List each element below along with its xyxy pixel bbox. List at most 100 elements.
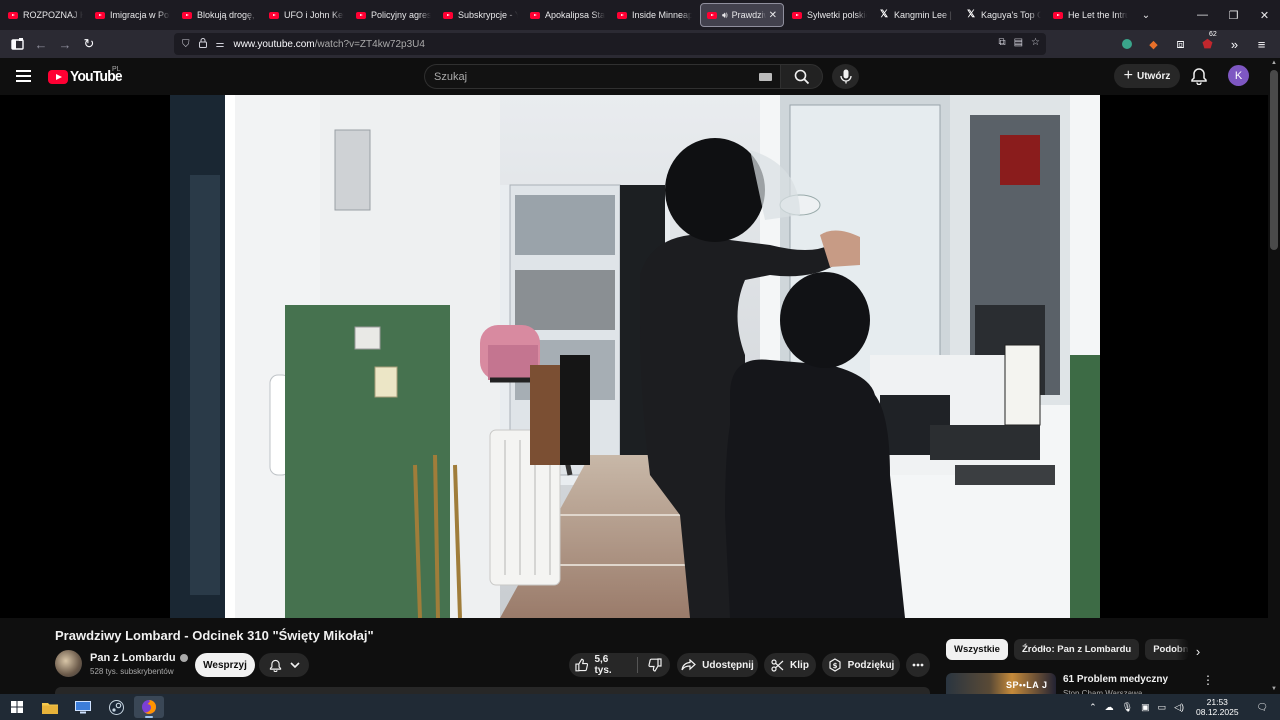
window-controls: — ❐ ✕ [1187, 0, 1280, 30]
windows-start-icon[interactable] [2, 696, 32, 718]
notifications-icon[interactable]: 🗨︎ [1257, 702, 1268, 713]
browser-tab[interactable]: 🔊︎Prawdziwy✕ [700, 3, 784, 27]
browser-tab[interactable]: He Let the Intruder [1047, 3, 1134, 27]
chevron-right-icon[interactable]: › [1188, 641, 1208, 661]
more-actions-button[interactable] [906, 653, 930, 677]
close-window-icon[interactable]: ✕ [1249, 0, 1280, 30]
meet-now-icon[interactable]: ▣ [1141, 702, 1150, 713]
like-button[interactable]: 5,6 tys. [569, 653, 637, 677]
support-button[interactable]: Wesprzyj [195, 653, 255, 677]
youtube-logo[interactable]: YouTube PL [48, 66, 126, 85]
browser-tab-title: Policyjny agresor [371, 10, 431, 20]
remote-desktop-icon[interactable] [68, 696, 98, 718]
url-bar[interactable]: ⛉ ⚌ www.youtube.com/watch?v=ZT4kw72p3U4 … [174, 33, 1046, 55]
reader-view-icon[interactable]: ▤ [1014, 37, 1023, 48]
browser-tab[interactable]: UFO i John Kennedy [263, 3, 350, 27]
ublock-extension-icon[interactable]: ⬟ 62 [1195, 31, 1220, 56]
keyboard-icon[interactable] [759, 73, 772, 81]
clip-button[interactable]: Klip [764, 653, 816, 677]
restore-icon[interactable]: ❐ [1218, 0, 1249, 30]
browser-tab-bar: ROZPOZNAJ KOD Imigracja w Polsce Blokują d… [0, 0, 1280, 30]
recommendation-thumbnail[interactable]: SP••LA J [946, 673, 1056, 694]
volume-icon[interactable]: ◁) [1174, 702, 1184, 713]
super-thanks-icon: $ [829, 658, 841, 672]
microphone-tray-icon[interactable]: 🎙︎ [1122, 702, 1133, 713]
guide-menu-icon[interactable] [16, 70, 31, 82]
network-icon[interactable]: ▭ [1158, 702, 1167, 713]
bookmark-star-icon[interactable]: ☆ [1031, 37, 1040, 48]
thanks-button[interactable]: $ Podziękuj [822, 653, 900, 677]
browser-tab[interactable]: Apokalipsa Stalina [524, 3, 611, 27]
svg-text:$: $ [832, 662, 837, 670]
chip-all[interactable]: Wszystkie [946, 639, 1008, 660]
steam-icon[interactable] [101, 696, 131, 718]
search-button[interactable] [780, 64, 823, 89]
cloud-icon[interactable]: ☁ [1105, 702, 1114, 713]
browser-tab[interactable]: 𝕏 Kangmin Lee | Of [873, 3, 960, 27]
description-box[interactable] [55, 687, 930, 694]
browser-tab-title: Imigracja w Polsce [110, 10, 170, 20]
search-input[interactable]: Szukaj [424, 64, 780, 89]
recommendation-menu-icon[interactable]: ⋮ [1202, 673, 1214, 687]
permissions-icon[interactable]: ⚌ [216, 39, 225, 50]
tray-overflow-icon[interactable]: ⌃ [1089, 702, 1097, 713]
forward-icon[interactable]: → [53, 32, 77, 56]
browser-tab[interactable]: Inside Minneapolis [611, 3, 698, 27]
back-icon[interactable]: ← [29, 32, 53, 56]
scroll-down-arrow-icon[interactable]: ▼ [1270, 686, 1278, 692]
menu-icon[interactable]: ≡ [1249, 32, 1274, 56]
picture-in-picture-icon[interactable]: ⧉ [998, 37, 1005, 48]
shield-icon[interactable]: ⛉ [182, 39, 190, 50]
browser-tab[interactable]: Imigracja w Polsce [89, 3, 176, 27]
sidebar-toggle-icon[interactable] [5, 32, 29, 56]
like-dislike-group: 5,6 tys. [569, 653, 670, 677]
vpn-extension-icon[interactable] [1114, 32, 1139, 56]
lock-icon[interactable] [198, 37, 207, 51]
windows-taskbar: ⌃ ☁ 🎙︎ ▣ ▭ ◁) 21:53 08.12.2025 🗨︎ [0, 694, 1280, 720]
extensions-icon[interactable]: ⧈ [1168, 32, 1193, 56]
channel-avatar[interactable] [55, 650, 82, 677]
thumbs-down-icon [648, 658, 662, 672]
chip-source-channel[interactable]: Źródło: Pan z Lombardu [1013, 639, 1140, 660]
bell-icon [269, 659, 281, 672]
notifications-bell-icon[interactable] [1190, 67, 1208, 85]
list-all-tabs-icon[interactable]: ⌄ [1134, 10, 1158, 21]
minimize-icon[interactable]: — [1187, 0, 1218, 30]
filter-chips: Wszystkie Źródło: Pan z Lombardu Podobne [946, 639, 1190, 660]
firefox-icon[interactable] [134, 696, 164, 718]
browser-tab-title: Prawdziwy [731, 10, 766, 20]
x-icon: 𝕏 [879, 9, 889, 20]
video-frame[interactable] [170, 95, 1100, 618]
chevron-down-icon [289, 662, 300, 668]
subscription-notifications-button[interactable] [259, 653, 309, 677]
browser-tab[interactable]: Blokują drogę, za [176, 3, 263, 27]
browser-tab[interactable]: 𝕏 Kaguya's Top Games [960, 3, 1047, 27]
browser-tab[interactable]: Subskrypcje - YouTube [437, 3, 524, 27]
taskbar-clock[interactable]: 21:53 08.12.2025 [1196, 697, 1239, 717]
chip-related[interactable]: Podobne [1145, 639, 1190, 660]
browser-tab-title: He Let the Intruder [1068, 10, 1128, 20]
browser-tab-title: Subskrypcje - YouTube [458, 10, 518, 20]
file-explorer-icon[interactable] [35, 696, 65, 718]
dislike-button[interactable] [638, 653, 670, 677]
account-avatar[interactable]: K [1228, 65, 1249, 86]
create-button[interactable]: + Utwórz [1114, 64, 1180, 88]
video-player[interactable] [0, 95, 1268, 618]
browser-tab[interactable]: ROZPOZNAJ KOD [2, 3, 89, 27]
overflow-chevron-icon[interactable]: » [1222, 32, 1247, 56]
voice-search-button[interactable] [832, 64, 859, 89]
close-tab-icon[interactable]: ✕ [769, 10, 777, 21]
audio-playing-icon[interactable]: 🔊︎ [722, 10, 728, 21]
browser-tab[interactable]: Sylwetki polskich [786, 3, 873, 27]
recommendation-title[interactable]: 61 Problem medyczny [1063, 674, 1168, 685]
share-button[interactable]: Udostępnij [677, 653, 758, 677]
more-horizontal-icon [912, 663, 924, 667]
page-scrollbar[interactable]: ▲ ▼ [1268, 58, 1280, 694]
browser-tab[interactable]: Policyjny agresor [350, 3, 437, 27]
fox-extension-icon[interactable]: ◆ [1141, 32, 1166, 56]
channel-name[interactable]: Pan z Lombardu [90, 652, 188, 664]
reload-icon[interactable]: ↻ [77, 32, 101, 56]
scissors-icon [771, 658, 784, 672]
scroll-up-arrow-icon[interactable]: ▲ [1270, 60, 1278, 66]
scrollbar-thumb[interactable] [1270, 70, 1278, 250]
